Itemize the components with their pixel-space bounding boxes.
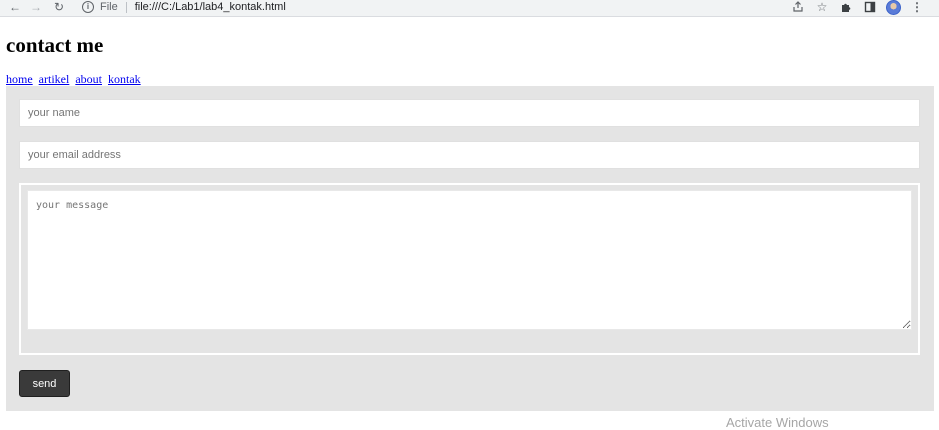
puzzle-icon[interactable]: [838, 0, 854, 14]
nav-links: home artikel about kontak: [6, 72, 144, 87]
arrow-right-icon[interactable]: →: [28, 0, 44, 14]
email-input[interactable]: [19, 141, 920, 169]
side-panel-icon[interactable]: [862, 0, 878, 14]
share-icon[interactable]: [790, 0, 806, 14]
address-separator: [125, 1, 127, 13]
send-button[interactable]: send: [19, 370, 70, 397]
nav-link-about[interactable]: about: [75, 72, 102, 86]
browser-toolbar: ← → ↻ i File file:///C:/Lab1/lab4_kontak…: [0, 0, 939, 17]
star-icon[interactable]: ☆: [814, 0, 830, 14]
nav-link-artikel[interactable]: artikel: [39, 72, 70, 86]
contact-form: send: [6, 86, 934, 411]
scheme-label: File: [100, 1, 118, 13]
message-textarea[interactable]: [27, 190, 912, 330]
reload-icon[interactable]: ↻: [51, 0, 67, 14]
kebab-menu-icon[interactable]: ⋮: [909, 0, 925, 14]
name-input[interactable]: [19, 99, 920, 127]
address-bar[interactable]: i File file:///C:/Lab1/lab4_kontak.html: [74, 0, 802, 14]
nav-link-kontak[interactable]: kontak: [108, 72, 141, 86]
message-fieldset: [19, 183, 920, 355]
avatar-icon[interactable]: [886, 0, 901, 15]
nav-link-home[interactable]: home: [6, 72, 33, 86]
arrow-left-icon[interactable]: ←: [7, 0, 23, 14]
url-text[interactable]: file:///C:/Lab1/lab4_kontak.html: [135, 1, 286, 13]
toolbar-actions: ☆ ⋮: [790, 0, 925, 15]
info-icon[interactable]: i: [82, 1, 94, 13]
page-title: contact me: [6, 33, 104, 57]
